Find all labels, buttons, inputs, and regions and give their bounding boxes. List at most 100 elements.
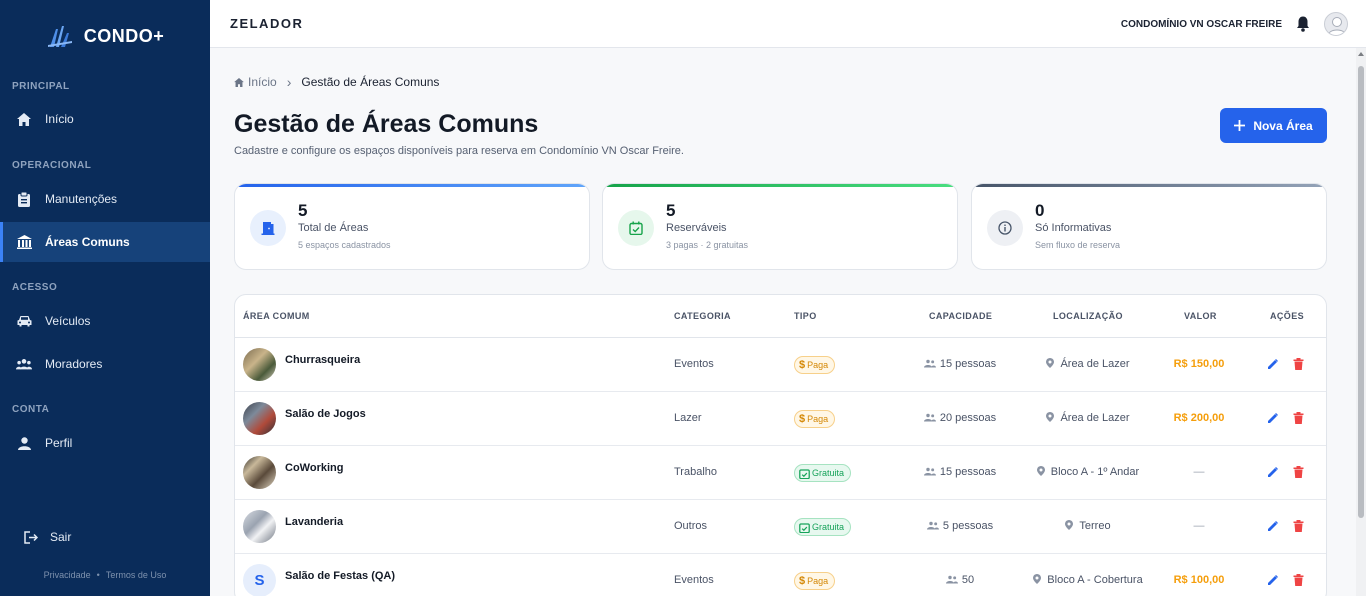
stat-icon-wrap (987, 210, 1023, 246)
sidebar-item-manutencoes[interactable]: Manutenções (0, 179, 210, 219)
area-capacity: 15 pessoas (923, 466, 996, 478)
area-price: R$ 100,00 (1173, 574, 1225, 586)
sidebar-item-veiculos[interactable]: Veículos (0, 301, 210, 341)
sidebar-item-label: Moradores (45, 357, 103, 371)
delete-button[interactable] (1291, 465, 1305, 479)
stat-card-total: 5 Total de Áreas 5 espaços cadastrados (234, 183, 590, 270)
edit-button[interactable] (1266, 411, 1280, 425)
stat-value: 5 (666, 201, 676, 220)
area-thumbnail (243, 510, 276, 543)
stat-card-reservaveis: 5 Reserváveis 3 pagas · 2 gratuitas (602, 183, 958, 270)
area-capacity: 5 pessoas (926, 520, 993, 532)
door-icon (261, 222, 275, 235)
location-value: Terreo (1079, 520, 1111, 532)
sidebar-item-label: Início (45, 112, 74, 126)
table-row[interactable]: Salão de Jogos Lazer $ Paga Área de Lazer… (235, 392, 1326, 446)
sidebar-footer: Privacidade • Termos de Uso (0, 570, 210, 580)
th-localizacao[interactable]: LOCALIZAÇÃO (1053, 311, 1123, 321)
dollar-icon: $ (799, 359, 806, 371)
pencil-icon (1268, 359, 1278, 369)
sidebar-item-areas-comuns[interactable]: Áreas Comuns (0, 222, 210, 262)
area-location: Área de Lazer (1046, 412, 1130, 424)
stat-icon-wrap (250, 210, 286, 246)
clipboard-icon (16, 191, 32, 207)
th-area[interactable]: ÁREA COMUM (243, 311, 310, 321)
delete-button[interactable] (1291, 357, 1305, 371)
brand[interactable]: CONDO+ (0, 0, 210, 72)
privacy-link[interactable]: Privacidade (44, 570, 91, 580)
page-scrollbar[interactable] (1356, 48, 1366, 596)
new-area-button[interactable]: Nova Área (1220, 108, 1327, 143)
building-icon (16, 234, 32, 250)
info-icon (998, 221, 1012, 235)
plus-icon (1234, 120, 1246, 131)
th-capacidade[interactable]: CAPACIDADE (929, 311, 992, 321)
stat-label: Reserváveis (666, 222, 727, 234)
area-name[interactable]: Salão de Festas (QA) (285, 570, 395, 582)
terms-link[interactable]: Termos de Uso (106, 570, 167, 580)
topbar-title: ZELADOR (230, 16, 304, 31)
people-icon (926, 521, 939, 530)
avatar[interactable] (1324, 12, 1348, 36)
logout-button[interactable]: Sair (24, 530, 71, 544)
logout-icon (24, 530, 38, 544)
area-capacity: 15 pessoas (923, 358, 996, 370)
area-name[interactable]: Salão de Jogos (285, 408, 366, 420)
table-row[interactable]: CoWorking Trabalho Gratuita Bloco A - 1º… (235, 446, 1326, 500)
breadcrumb-home[interactable]: Início (234, 75, 277, 89)
type-badge: Gratuita (794, 464, 852, 482)
page-subtitle: Cadastre e configure os espaços disponív… (234, 145, 684, 157)
people-icon (923, 413, 936, 422)
edit-button[interactable] (1266, 465, 1280, 479)
area-thumbnail (243, 348, 276, 381)
area-name[interactable]: Churrasqueira (285, 354, 360, 366)
stat-sub: Sem fluxo de reserva (1035, 240, 1121, 250)
trash-icon (1293, 574, 1303, 586)
condo-name[interactable]: CONDOMÍNIO VN OSCAR FREIRE (1121, 19, 1282, 30)
th-valor[interactable]: VALOR (1184, 311, 1217, 321)
edit-button[interactable] (1266, 573, 1280, 587)
sidebar-item-perfil[interactable]: Perfil (0, 423, 210, 463)
delete-button[interactable] (1291, 519, 1305, 533)
th-tipo[interactable]: TIPO (794, 311, 817, 321)
area-name[interactable]: Lavanderia (285, 516, 343, 528)
car-icon (16, 313, 32, 329)
area-price: — (1193, 466, 1205, 478)
table-row[interactable]: Churrasqueira Eventos $ Paga Área de Laze… (235, 338, 1326, 392)
th-categoria[interactable]: CATEGORIA (674, 311, 731, 321)
pin-icon (1033, 574, 1042, 584)
sidebar-item-moradores[interactable]: Moradores (0, 344, 210, 384)
capacity-value: 50 (961, 574, 975, 586)
area-name[interactable]: CoWorking (285, 462, 343, 474)
location-value: Bloco A - Cobertura (1047, 574, 1143, 586)
table-row[interactable]: S Salão de Festas (QA) Eventos $ Paga Blo… (235, 554, 1326, 596)
stat-value: 0 (1035, 201, 1045, 220)
stat-label: Total de Áreas (298, 222, 369, 234)
location-value: Bloco A - 1º Andar (1050, 466, 1140, 478)
edit-button[interactable] (1266, 519, 1280, 533)
people-icon (923, 467, 936, 476)
type-badge: $ Paga (794, 356, 836, 374)
scroll-thumb[interactable] (1358, 66, 1364, 518)
people-icon (923, 359, 936, 368)
breadcrumb-current: Gestão de Áreas Comuns (301, 75, 440, 89)
delete-button[interactable] (1291, 573, 1305, 587)
area-price: R$ 150,00 (1173, 358, 1225, 370)
stats-row: 5 Total de Áreas 5 espaços cadastrados 5… (234, 183, 1327, 270)
scroll-up-arrow-icon[interactable] (1358, 52, 1364, 56)
bell-icon[interactable] (1296, 16, 1310, 32)
edit-button[interactable] (1266, 357, 1280, 371)
people-icon (945, 575, 958, 584)
stat-sub: 3 pagas · 2 gratuitas (666, 240, 749, 250)
section-acesso: ACESSO (12, 282, 58, 293)
location-value: Área de Lazer (1060, 358, 1130, 370)
table-row[interactable]: Lavanderia Outros Gratuita Terreo — 5 pe… (235, 500, 1326, 554)
trash-icon (1293, 358, 1303, 370)
sidebar-item-label: Manutenções (45, 192, 118, 206)
sidebar-item-inicio[interactable]: Início (0, 99, 210, 139)
stat-accent-bar (972, 184, 1326, 187)
delete-button[interactable] (1291, 411, 1305, 425)
th-acoes: AÇÕES (1270, 311, 1305, 321)
area-location: Terreo (1065, 520, 1111, 532)
pencil-icon (1268, 413, 1278, 423)
